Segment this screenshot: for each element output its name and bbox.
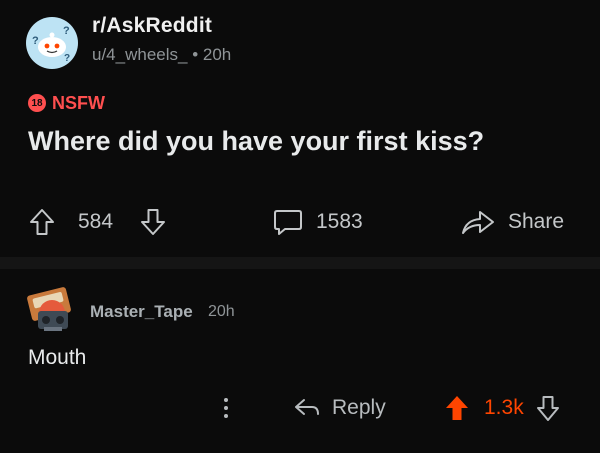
commenter-avatar[interactable]	[26, 283, 78, 339]
comment-downvote-button[interactable]	[536, 394, 560, 422]
comment-time: 20h	[208, 303, 235, 320]
comment-body: Mouth	[28, 346, 87, 369]
vote-bar: 584	[28, 202, 167, 242]
comment-upvote-button[interactable]	[444, 394, 470, 422]
share-label: Share	[508, 210, 565, 233]
avatar-question-mark: ?	[64, 53, 70, 64]
nsfw-label: NSFW	[52, 92, 105, 113]
comments-button[interactable]: 1583	[272, 202, 363, 242]
comment-bubble-icon	[274, 210, 302, 235]
post-meta: u/4_wheels_ • 20h	[92, 45, 231, 65]
cassette-tape-avatar-icon	[27, 287, 71, 331]
comment-score: 1.3k	[484, 396, 524, 419]
downvote-arrow-icon	[141, 209, 166, 235]
post-author[interactable]: u/4_wheels_	[92, 45, 187, 64]
more-vertical-icon	[224, 398, 228, 418]
comment-more-button[interactable]	[220, 390, 232, 426]
post-time: 20h	[202, 45, 232, 64]
meta-separator: •	[192, 45, 199, 64]
subreddit-name[interactable]: r/AskReddit	[92, 14, 212, 38]
section-divider	[0, 257, 600, 269]
comment-vote-bar: 1.3k	[444, 390, 560, 426]
avatar-question-mark: ?	[63, 25, 70, 37]
comment-count: 1583	[316, 210, 363, 233]
subreddit-avatar[interactable]: ? ? ?	[26, 17, 78, 69]
upvote-button[interactable]	[28, 207, 56, 237]
share-button[interactable]: Share	[460, 202, 564, 242]
avatar-question-mark: ?	[32, 35, 39, 47]
downvote-button[interactable]	[139, 207, 167, 237]
reply-button[interactable]: Reply	[292, 390, 386, 426]
reddit-snoo-icon: ? ? ?	[32, 25, 70, 64]
post-title[interactable]: Where did you have your first kiss?	[28, 126, 484, 157]
upvote-count: 584	[78, 210, 114, 233]
share-arrow-icon	[462, 211, 494, 234]
nsfw-tag: 18 NSFW	[28, 92, 105, 114]
reply-label: Reply	[332, 396, 386, 419]
comment-author[interactable]: Master_Tape	[90, 302, 193, 322]
nsfw-18-badge: 18	[28, 94, 46, 112]
upvote-arrow-icon	[446, 396, 468, 420]
reply-arrow-icon	[295, 399, 319, 415]
downvote-arrow-icon	[536, 396, 559, 421]
upvote-arrow-icon	[30, 209, 54, 235]
